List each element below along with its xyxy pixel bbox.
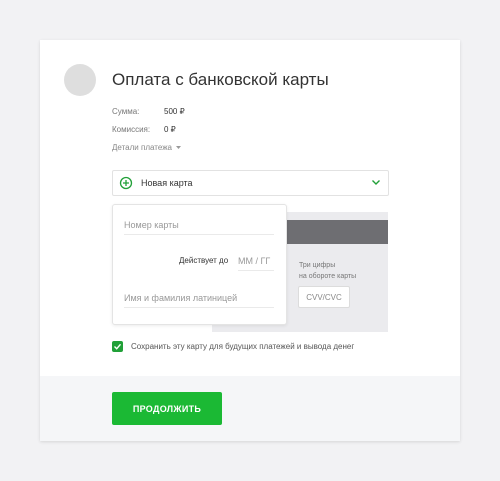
- save-card-row[interactable]: Сохранить эту карту для будущих платежей…: [112, 341, 354, 352]
- expiry-label: Действует до: [179, 256, 229, 265]
- cardholder-underline: [124, 307, 274, 308]
- card-select[interactable]: Новая карта: [112, 170, 389, 196]
- panel-footer: [40, 376, 460, 441]
- chevron-down-icon: [370, 176, 382, 188]
- expiry-underline: [238, 270, 274, 271]
- amount-value: 500 ₽: [164, 107, 185, 116]
- caret-down-icon: [176, 143, 181, 152]
- merchant-avatar: [64, 64, 96, 96]
- fee-value: 0 ₽: [164, 125, 176, 134]
- expiry-input[interactable]: ММ / ГГ: [238, 256, 270, 266]
- cvv-input[interactable]: CVV/CVC: [298, 286, 350, 308]
- card-number-underline: [124, 234, 274, 235]
- continue-button[interactable]: ПРОДОЛЖИТЬ: [112, 392, 222, 425]
- cardholder-input[interactable]: Имя и фамилия латиницей: [124, 293, 237, 303]
- payment-details-toggle[interactable]: Детали платежа: [112, 143, 181, 152]
- amount-label: Сумма:: [112, 107, 140, 116]
- payment-details-label: Детали платежа: [112, 143, 172, 152]
- cvv-hint: Три цифры на обороте карты: [299, 262, 357, 280]
- fee-label: Комиссия:: [112, 125, 151, 134]
- checkmark-icon: [114, 343, 122, 350]
- card-number-input[interactable]: Номер карты: [124, 220, 179, 230]
- page-title: Оплата с банковской карты: [112, 70, 329, 89]
- payment-panel: Оплата с банковской карты Сумма: 500 ₽ К…: [40, 40, 460, 441]
- card-select-label: Новая карта: [141, 178, 193, 188]
- plus-circle-icon: [119, 176, 133, 190]
- save-card-label: Сохранить эту карту для будущих платежей…: [131, 342, 355, 351]
- card-front: Номер карты Действует до ММ / ГГ Имя и ф…: [112, 204, 287, 325]
- save-card-checkbox[interactable]: [112, 341, 123, 352]
